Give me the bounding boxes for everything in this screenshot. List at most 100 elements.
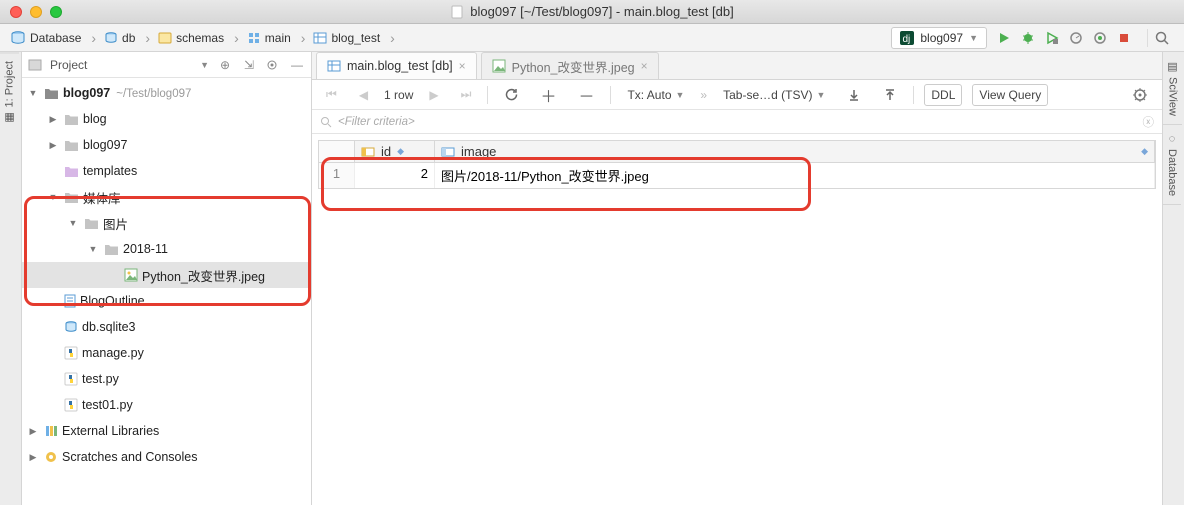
first-page-button[interactable]: ⏮ [320,84,343,106]
close-window-button[interactable] [10,6,22,18]
settings-button[interactable] [1126,84,1154,106]
chevron-down-icon[interactable]: ▼ [200,60,209,70]
sort-icon[interactable]: ◆ [1141,146,1148,157]
project-panel-title[interactable]: Project [50,58,87,72]
zoom-window-button[interactable] [50,6,62,18]
filter-placeholder: <Filter criteria> [338,116,415,128]
debug-button[interactable] [1021,31,1035,45]
tree-item-templates[interactable]: templates [22,158,311,184]
export-down-button[interactable] [841,84,867,106]
tree-root[interactable]: ▼ blog097~/Test/blog097 [22,80,311,106]
folder-icon [64,165,79,178]
project-tool-tab[interactable]: ▦ 1: Project [0,52,19,132]
clear-filter-icon[interactable]: ⓧ [1143,114,1155,130]
crumb-table[interactable]: blog_test [309,27,398,49]
concurrency-button[interactable] [1093,31,1107,45]
project-tool-window: Project ▼ ⊕ ⇲ — ▼ blog097~/Test/blog097 … [22,52,312,505]
table-toolbar: ⏮ ◀ 1 row ▶ ⏭ ＋ － Tx: Auto ▼ » Tab-se…d … [312,80,1162,110]
database-tool-tab[interactable]: ◌ Database [1163,125,1181,205]
stop-button[interactable] [1117,31,1131,45]
tree-scratches[interactable]: ▶Scratches and Consoles [22,444,311,470]
tree-item-pictures[interactable]: ▼图片 [22,210,311,236]
minimize-window-button[interactable] [30,6,42,18]
tree-item-sqlite[interactable]: db.sqlite3 [22,314,311,340]
profile-button[interactable] [1069,31,1083,45]
close-tab-icon[interactable]: × [459,59,466,73]
cell-image[interactable]: 图片/2018-11/Python_改变世界.jpeg [435,163,1155,188]
project-view-icon [28,58,42,72]
svg-text:dj: dj [903,34,911,45]
django-icon: dj [900,31,914,45]
tree-item-media[interactable]: ▼媒体库 [22,184,311,210]
gear-icon[interactable] [265,58,281,72]
tree-item-manage[interactable]: manage.py [22,340,311,366]
export-format-selector[interactable]: Tab-se…d (TSV) ▼ [717,84,831,106]
file-icon [64,294,76,308]
image-file-icon [124,268,138,282]
project-tree[interactable]: ▼ blog097~/Test/blog097 ▶blog ▶blog097 t… [22,78,311,505]
breadcrumb: Database db schemas main blog_test [6,27,399,49]
prev-page-button[interactable]: ◀ [353,84,374,106]
tree-item-blog097[interactable]: ▶blog097 [22,132,311,158]
table-icon [313,31,327,45]
tree-item-test[interactable]: test.py [22,366,311,392]
tree-item-jpeg[interactable]: Python_改变世界.jpeg [22,262,311,288]
crumb-db[interactable]: db [100,27,154,49]
project-icon: ▦ [3,111,16,124]
ddl-button[interactable]: DDL [924,84,962,106]
left-tool-gutter: ▦ 1: Project [0,52,22,505]
database-icon: ◌ [1166,133,1178,145]
column-header-id[interactable]: id ◆ [355,141,435,162]
sciview-tool-tab[interactable]: ▤ SciView [1163,52,1182,125]
cell-id[interactable]: 2 [355,163,435,188]
expand-all-icon[interactable]: ⇲ [241,58,257,72]
library-icon [44,424,58,438]
search-icon [320,116,332,128]
image-file-icon [492,59,506,73]
remove-row-button[interactable]: － [572,84,600,106]
tree-item-blog[interactable]: ▶blog [22,106,311,132]
view-query-button[interactable]: View Query [972,84,1048,106]
locate-icon[interactable]: ⊕ [217,58,233,72]
tree-external-libs[interactable]: ▶External Libraries [22,418,311,444]
next-page-button[interactable]: ▶ [423,84,444,106]
window-title: blog097 [~/Test/blog097] - main.blog_tes… [470,4,733,19]
folder-icon [64,113,79,126]
import-up-button[interactable] [877,84,903,106]
project-panel-header: Project ▼ ⊕ ⇲ — [22,52,311,78]
column-header-image[interactable]: image ◆ [435,141,1155,162]
filter-bar[interactable]: <Filter criteria> ⓧ [312,110,1162,134]
editor-tab-active[interactable]: main.blog_test [db] × [316,52,477,79]
window-controls[interactable] [10,6,62,18]
last-page-button[interactable]: ⏭ [455,84,478,106]
folder-icon [84,217,99,230]
tx-mode-selector[interactable]: Tx: Auto ▼ [621,84,690,106]
tree-item-date[interactable]: ▼2018-11 [22,236,311,262]
crumb-main[interactable]: main [243,27,310,49]
python-file-icon [64,372,78,386]
reload-button[interactable] [498,84,524,106]
file-icon [450,5,464,19]
hide-panel-icon[interactable]: — [289,58,305,72]
database-icon [10,30,26,46]
coverage-button[interactable] [1045,31,1059,45]
crumb-schemas[interactable]: schemas [154,27,243,49]
right-tool-gutter: ▤ SciView ◌ Database [1162,52,1184,505]
folder-icon [44,87,59,100]
close-tab-icon[interactable]: × [641,59,648,73]
python-file-icon [64,398,78,412]
tree-item-test01[interactable]: test01.py [22,392,311,418]
search-everywhere-button[interactable] [1154,30,1170,46]
sort-icon[interactable]: ◆ [397,146,404,157]
window-titlebar: blog097 [~/Test/blog097] - main.blog_tes… [0,0,1184,24]
add-row-button[interactable]: ＋ [534,84,562,106]
run-config-selector[interactable]: dj blog097 ▼ [891,27,987,49]
tree-item-blogoutline[interactable]: BlogOutline [22,288,311,314]
editor-tab-inactive[interactable]: Python_改变世界.jpeg × [481,52,659,79]
column-icon [441,146,455,158]
data-grid[interactable]: id ◆ image ◆ 1 2 图片/2018-11/Python_改变世界.… [312,134,1162,195]
pk-icon [361,146,375,158]
crumb-database[interactable]: Database [6,27,100,49]
run-button[interactable] [997,31,1011,45]
table-row[interactable]: 1 2 图片/2018-11/Python_改变世界.jpeg [319,163,1155,188]
